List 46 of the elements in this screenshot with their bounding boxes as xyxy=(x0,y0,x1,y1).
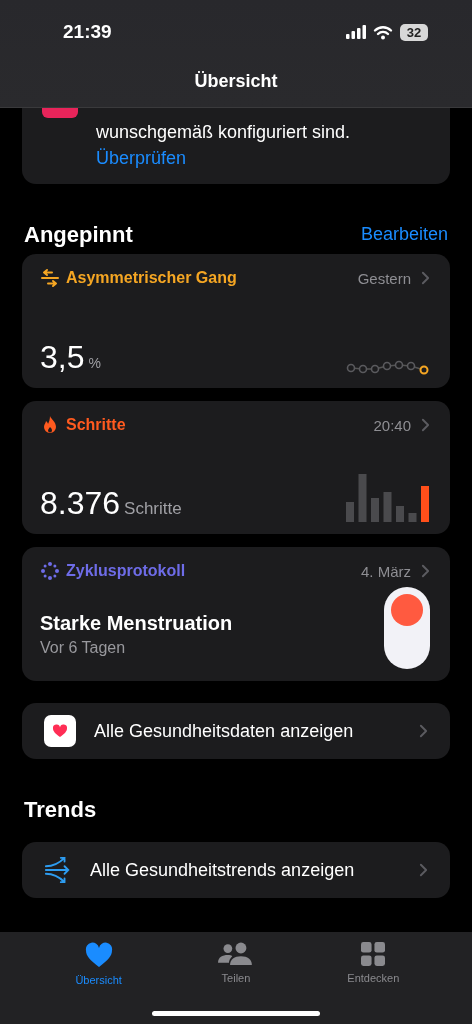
cycle-subtitle: Vor 6 Tagen xyxy=(40,639,127,657)
page-title: Übersicht xyxy=(193,71,279,92)
chevron-icon xyxy=(421,271,430,285)
section-title: Trends xyxy=(24,797,97,823)
trend-arrows-icon xyxy=(44,855,72,885)
card-title: Asymmetrischer Gang xyxy=(66,269,237,287)
tab-item[interactable]: Entdecken xyxy=(328,938,419,988)
tab-item[interactable]: Teilen xyxy=(191,938,281,988)
card-title: Schritte xyxy=(66,416,126,434)
edit-link[interactable]: Bearbeiten xyxy=(360,222,448,246)
dotted-circle-icon xyxy=(40,561,60,581)
people-icon xyxy=(218,942,254,966)
flow-indicator-icon xyxy=(384,587,430,669)
cycle-value: Starke Menstruation xyxy=(40,612,233,635)
arrows-icon xyxy=(40,268,60,288)
metric-card[interactable]: Schritte 20:40 8.376 Schritte xyxy=(22,401,450,534)
card-time: 4. März xyxy=(361,562,411,580)
status-time: 21:39 xyxy=(63,21,112,43)
metric-value: 8.376 xyxy=(40,485,121,522)
metric-unit: % xyxy=(88,355,101,371)
list-row[interactable]: Alle Gesundheitsdaten anzeigen xyxy=(22,703,450,759)
chevron-icon xyxy=(421,418,430,432)
signal-icon xyxy=(346,25,366,39)
metric-unit: Schritte xyxy=(124,499,182,519)
tab-item[interactable]: Übersicht xyxy=(53,938,144,990)
list-row[interactable]: Alle Gesundheitstrends anzeigen xyxy=(22,842,450,898)
grid-icon xyxy=(361,942,386,966)
heart-icon xyxy=(84,942,113,968)
card-title: Zyklusprotokoll xyxy=(66,562,186,580)
wifi-icon xyxy=(373,24,393,40)
health-app-icon xyxy=(44,715,76,747)
metric-card[interactable]: Zyklusprotokoll 4. März Starke Menstruation Vor 6 Tagen xyxy=(22,547,450,681)
card-time: 20:40 xyxy=(373,416,411,434)
notice-text: wunschgemäß konfiguriert sind. xyxy=(96,121,351,144)
chevron-icon xyxy=(419,863,428,877)
metric-card[interactable]: Asymmetrischer Gang Gestern 3,5% xyxy=(22,254,450,388)
chevron-icon xyxy=(421,564,430,578)
chevron-icon xyxy=(419,724,428,738)
card-time: Gestern xyxy=(357,269,411,287)
battery-level: 32 xyxy=(406,24,422,40)
section-title: Angepinnt xyxy=(24,222,133,248)
review-link[interactable]: Überprüfen xyxy=(96,144,187,172)
row-label: Alle Gesundheitsdaten anzeigen xyxy=(94,720,355,742)
metric-value: 3,5 xyxy=(40,339,85,376)
row-label: Alle Gesundheitstrends anzeigen xyxy=(90,859,356,881)
app-icon xyxy=(42,108,78,118)
